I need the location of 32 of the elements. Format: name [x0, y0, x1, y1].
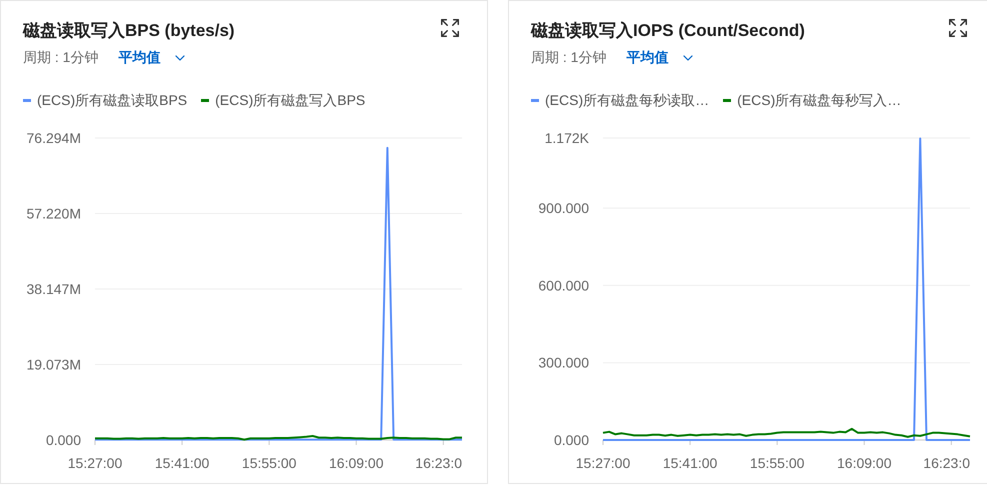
x-axis-label: 16:09:00 [329, 455, 384, 471]
x-axis-label: 15:41:00 [662, 455, 718, 471]
fullscreen-button[interactable] [439, 17, 461, 39]
y-axis-label: 57.220M [26, 206, 81, 222]
fullscreen-button[interactable] [947, 17, 969, 39]
y-axis-label: 0.000 [554, 432, 589, 448]
legend-item[interactable]: (ECS)所有磁盘每秒读取… [531, 90, 710, 111]
x-axis-label: 15:55:00 [750, 455, 804, 471]
x-axis-label: 15:27:00 [576, 455, 630, 471]
legend-item[interactable]: (ECS)所有磁盘写入BPS [201, 90, 366, 111]
x-axis-label: 16:23:0 [923, 455, 970, 471]
aggregation-dropdown[interactable]: 平均值 [118, 47, 188, 68]
y-axis-label: 76.294M [26, 130, 81, 146]
y-axis-label: 900.000 [538, 200, 589, 216]
legend-item[interactable]: (ECS)所有磁盘读取BPS [23, 90, 188, 111]
legend-item[interactable]: (ECS)所有磁盘每秒写入… [723, 90, 902, 111]
y-axis-label: 0.000 [46, 432, 81, 448]
card-title: 磁盘读取写入BPS (bytes/s) [23, 20, 235, 42]
y-axis-label: 300.000 [538, 354, 589, 371]
x-axis-label: 15:27:00 [68, 455, 122, 471]
y-axis-label: 38.147M [26, 281, 81, 297]
period-label: 周期 : 1分钟 [531, 48, 606, 67]
y-axis-label: 19.073M [26, 356, 81, 372]
x-axis-label: 15:41:00 [154, 455, 210, 471]
period-label: 周期 : 1分钟 [23, 48, 98, 67]
x-axis-label: 16:09:00 [837, 455, 892, 471]
x-axis-label: 16:23:0 [415, 455, 462, 471]
card-title: 磁盘读取写入IOPS (Count/Second) [531, 20, 805, 42]
y-axis-label: 1.172K [544, 130, 589, 146]
x-axis-label: 15:55:00 [242, 455, 296, 471]
y-axis-label: 600.000 [538, 277, 589, 294]
aggregation-dropdown[interactable]: 平均值 [626, 47, 696, 68]
